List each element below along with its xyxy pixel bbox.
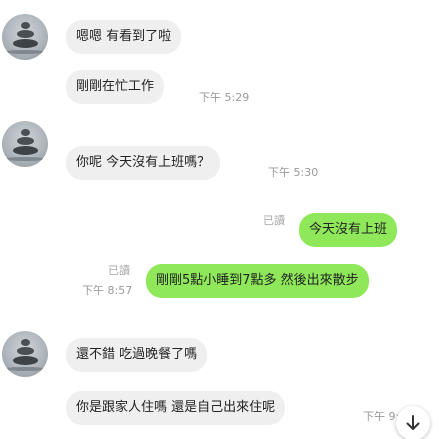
message-time: 下午 5:29 — [199, 91, 250, 104]
read-receipt: 已讀 — [263, 214, 285, 227]
message-bubble[interactable]: 嗯嗯 有看到了啦 — [66, 20, 182, 54]
contact-avatar[interactable] — [2, 121, 48, 167]
message-bubble[interactable]: 今天沒有上班 — [299, 213, 398, 247]
message-bubble[interactable]: 剛剛在忙工作 — [66, 70, 165, 104]
contact-avatar[interactable] — [2, 331, 48, 377]
read-receipt: 已讀 — [108, 264, 130, 277]
message-text: 剛剛在忙工作 — [76, 79, 155, 94]
message-text: 今天沒有上班 — [309, 222, 388, 237]
message-bubble[interactable]: 你是跟家人住嗎 還是自己出來住呢 — [66, 391, 286, 425]
message-bubble[interactable]: 你呢 今天沒有上班嗎？ — [66, 146, 221, 180]
message-text: 你呢 今天沒有上班嗎？ — [76, 155, 211, 170]
arrow-down-icon — [406, 415, 420, 430]
message-text: 你是跟家人住嗎 還是自己出來住呢 — [76, 400, 276, 415]
message-bubble[interactable]: 剛剛5點小睡到7點多 然後出來散步 — [146, 264, 369, 298]
message-text: 剛剛5點小睡到7點多 然後出來散步 — [156, 273, 359, 288]
message-text: 還不錯 吃過晚餐了嗎 — [76, 347, 198, 362]
message-text: 嗯嗯 有看到了啦 — [76, 29, 172, 44]
message-bubble[interactable]: 還不錯 吃過晚餐了嗎 — [66, 338, 208, 372]
message-time: 下午 5:30 — [268, 166, 319, 179]
message-time: 下午 9: — [363, 410, 400, 423]
contact-avatar[interactable] — [2, 14, 48, 60]
scroll-to-bottom-button[interactable] — [396, 406, 430, 439]
message-time: 下午 8:57 — [82, 284, 133, 297]
